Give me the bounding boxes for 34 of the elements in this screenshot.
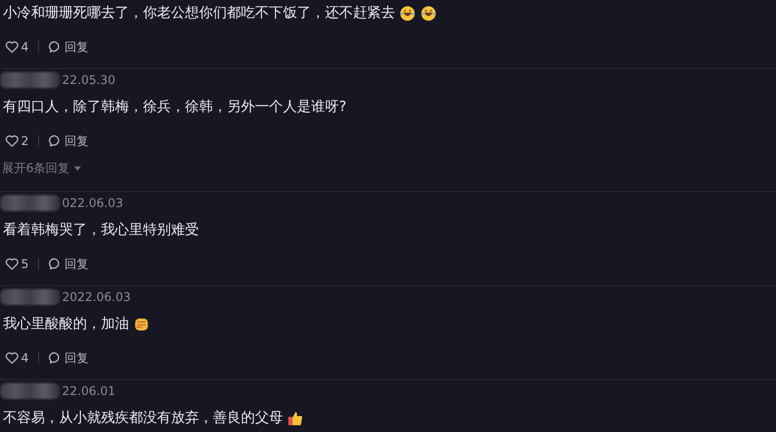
reply-button[interactable]: 回复 [48, 350, 89, 366]
caret-icon [74, 166, 81, 170]
comment-text: 不容易，从小就残疾都没有放弃，善良的父母 [2, 409, 283, 427]
reply-button[interactable]: 回复 [48, 38, 89, 56]
laughing-face-icon [420, 4, 437, 22]
expand-replies-button[interactable]: 展开6条回复 [0, 159, 81, 177]
reply-button[interactable]: 回复 [48, 256, 89, 272]
heart-icon[interactable] [5, 257, 19, 271]
comment-date: 022.06.03 [62, 196, 124, 210]
comment-icon [48, 257, 62, 271]
thumbs-up-icon [287, 410, 304, 426]
comment-text: 看着韩梅哭了，我心里特别难受 [2, 221, 199, 239]
heart-icon[interactable] [5, 351, 19, 365]
comment-icon [48, 351, 62, 365]
comment-icon [48, 134, 62, 148]
comment-date: 2022.06.03 [62, 290, 131, 304]
like-count: 4 [21, 351, 29, 365]
like-count: 4 [21, 40, 29, 54]
blurred-username [0, 289, 60, 305]
blurred-username [0, 383, 60, 399]
blurred-username [0, 72, 60, 88]
comment-icon [48, 40, 62, 54]
like-count: 2 [21, 134, 29, 148]
comment-text: 我心里酸酸的，加油 [2, 315, 129, 333]
reply-button[interactable]: 回复 [48, 132, 89, 150]
heart-icon[interactable] [5, 134, 19, 148]
comment-text: 有四口人，除了韩梅，徐兵，徐韩，另外一个人是谁呀? [2, 98, 346, 116]
blurred-username [0, 195, 60, 211]
comment-date: 22.06.01 [62, 384, 116, 398]
heart-icon[interactable] [5, 40, 19, 54]
comment-text: 小冷和珊珊死哪去了，你老公想你们都吃不下饭了，还不赶紧去 [2, 4, 395, 22]
like-count: 5 [21, 257, 29, 271]
laughing-face-icon [399, 4, 416, 22]
comment-date: 22.05.30 [62, 73, 116, 87]
